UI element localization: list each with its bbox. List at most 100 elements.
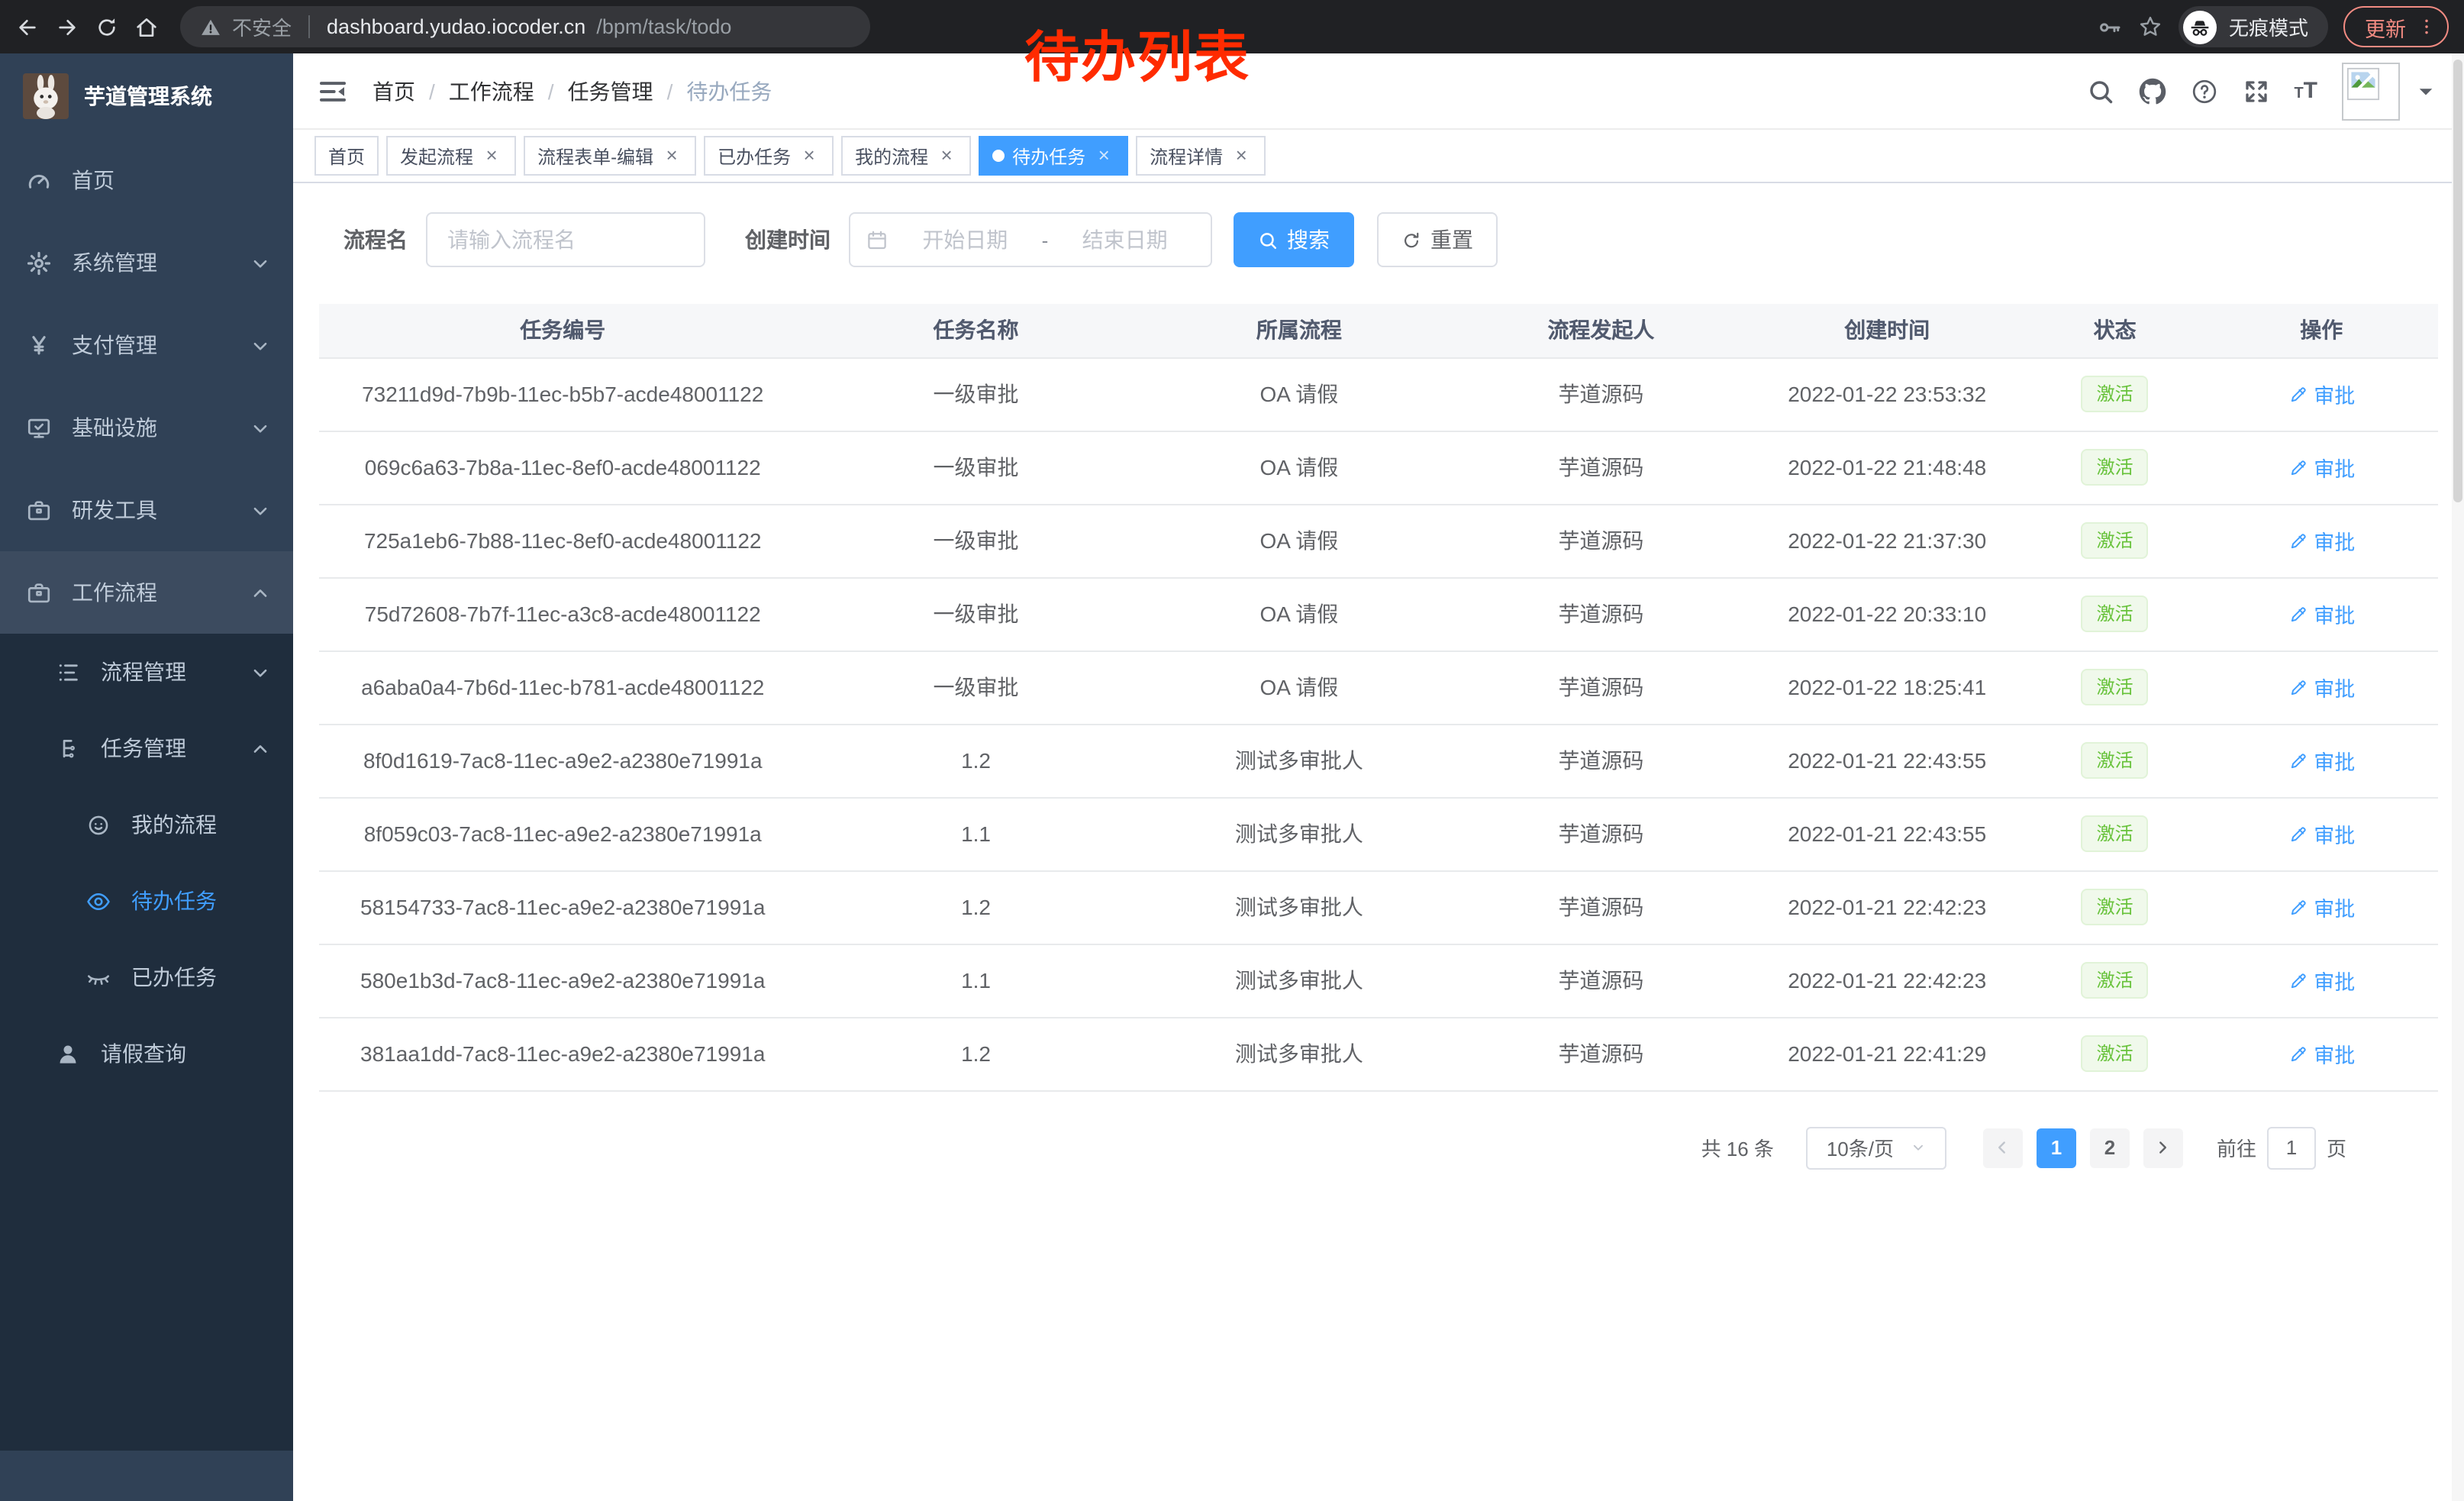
- sidebar-item-my-process[interactable]: 我的流程: [0, 786, 293, 863]
- tab-form-edit[interactable]: 流程表单-编辑×: [524, 136, 696, 176]
- chevron-down-icon: [247, 250, 273, 276]
- github-icon[interactable]: [2138, 77, 2166, 105]
- approve-link[interactable]: 审批: [2288, 599, 2355, 629]
- tab-close-icon[interactable]: ×: [798, 145, 820, 166]
- edit-pen-icon: [2288, 824, 2308, 844]
- column-header: 任务编号: [319, 304, 806, 357]
- approve-link[interactable]: 审批: [2288, 452, 2355, 483]
- tab-close-icon[interactable]: ×: [1230, 145, 1252, 166]
- tab-close-icon[interactable]: ×: [661, 145, 682, 166]
- table-row: a6aba0a4-7b6d-11ec-b781-acde48001122一级审批…: [319, 650, 2438, 724]
- breadcrumb-home[interactable]: 首页: [373, 76, 415, 106]
- kebab-menu-icon[interactable]: [2417, 17, 2437, 37]
- reload-icon[interactable]: [95, 15, 119, 39]
- table-row: 580e1b3d-7ac8-11ec-a9e2-a2380e71991a1.1测…: [319, 944, 2438, 1017]
- password-key-icon[interactable]: [2098, 15, 2122, 39]
- approve-link[interactable]: 审批: [2288, 379, 2355, 409]
- sidebar-collapse-icon[interactable]: [318, 76, 348, 106]
- sidebar-item-process-mgmt[interactable]: 流程管理: [0, 634, 293, 710]
- column-header: 创建时间: [1750, 304, 2025, 357]
- cell-name: 一级审批: [806, 431, 1145, 504]
- tabs-bar: 首页发起流程×流程表单-编辑×已办任务×我的流程×待办任务×流程详情×: [293, 130, 2464, 183]
- end-date-placeholder: 结束日期: [1054, 224, 1195, 255]
- avatar[interactable]: [2342, 62, 2400, 120]
- bookmark-star-icon[interactable]: [2137, 14, 2163, 40]
- approve-link-label: 审批: [2314, 818, 2355, 849]
- table-row: 58154733-7ac8-11ec-a9e2-a2380e71991a1.2测…: [319, 870, 2438, 944]
- user-icon: [55, 1041, 81, 1067]
- sidebar-item-home[interactable]: 首页: [0, 139, 293, 221]
- approve-link[interactable]: 审批: [2288, 525, 2355, 556]
- status-badge: 激活: [2082, 815, 2149, 852]
- approve-link[interactable]: 审批: [2288, 965, 2355, 996]
- fullscreen-icon[interactable]: [2242, 77, 2269, 105]
- approve-link[interactable]: 审批: [2288, 745, 2355, 776]
- tab-close-icon[interactable]: ×: [481, 145, 502, 166]
- forward-icon[interactable]: [55, 15, 79, 39]
- sidebar-item-workflow[interactable]: 工作流程: [0, 551, 293, 634]
- sidebar-item-infrastructure[interactable]: 基础设施: [0, 386, 293, 469]
- tab-start-process[interactable]: 发起流程×: [386, 136, 516, 176]
- broken-image-icon: [2346, 66, 2380, 100]
- cell-action: 审批: [2205, 577, 2438, 650]
- screen: 不安全 dashboard.yudao.iocoder.cn/bpm/task/…: [0, 0, 2464, 1501]
- help-icon[interactable]: [2190, 77, 2217, 105]
- tab-my-process[interactable]: 我的流程×: [841, 136, 971, 176]
- next-page-button[interactable]: [2143, 1128, 2183, 1167]
- tab-process-detail[interactable]: 流程详情×: [1136, 136, 1266, 176]
- sidebar-item-label: 首页: [72, 165, 114, 195]
- sidebar-item-task-mgmt[interactable]: 任务管理: [0, 710, 293, 786]
- cell-starter: 芋道源码: [1453, 577, 1750, 650]
- sidebar-item-label: 研发工具: [72, 495, 157, 525]
- chevron-down-icon: [247, 497, 273, 523]
- filter-form: 流程名 创建时间 开始日期 - 结束日期 搜索 重: [343, 212, 2438, 267]
- page-size-select[interactable]: 10条/页: [1806, 1126, 1946, 1169]
- cell-starter: 芋道源码: [1453, 504, 1750, 577]
- text-size-icon[interactable]: TT: [2294, 79, 2317, 102]
- home-icon[interactable]: [134, 15, 159, 39]
- tab-label: 已办任务: [718, 143, 791, 169]
- approve-link[interactable]: 审批: [2288, 672, 2355, 702]
- approve-link[interactable]: 审批: [2288, 818, 2355, 849]
- cell-status: 激活: [2025, 724, 2205, 797]
- page-button-1[interactable]: 1: [2037, 1128, 2076, 1167]
- approve-link[interactable]: 审批: [2288, 892, 2355, 922]
- page-content: 流程名 创建时间 开始日期 - 结束日期 搜索 重: [293, 183, 2464, 1501]
- prev-page-button[interactable]: [1983, 1128, 2023, 1167]
- sidebar-item-payment[interactable]: 支付管理: [0, 304, 293, 386]
- sidebar-item-leave-query[interactable]: 请假查询: [0, 1015, 293, 1092]
- cell-id: 75d72608-7b7f-11ec-a3c8-acde48001122: [319, 577, 806, 650]
- sidebar-item-dev-tools[interactable]: 研发工具: [0, 469, 293, 551]
- browser-update-button[interactable]: 更新: [2343, 6, 2449, 47]
- tab-todo-task[interactable]: 待办任务×: [979, 136, 1128, 176]
- tab-home[interactable]: 首页: [314, 136, 379, 176]
- arrow-right-icon: [2153, 1138, 2173, 1157]
- sidebar-item-label: 任务管理: [101, 733, 186, 763]
- scrollbar-thumb[interactable]: [2453, 60, 2462, 502]
- dashboard-icon: [26, 167, 52, 193]
- process-name-input[interactable]: [426, 212, 705, 267]
- avatar-caret-down-icon[interactable]: [2412, 77, 2440, 105]
- tab-close-icon[interactable]: ×: [936, 145, 957, 166]
- goto-page-input[interactable]: [2267, 1126, 2316, 1169]
- sidebar-item-done-task[interactable]: 已办任务: [0, 939, 293, 1015]
- address-bar[interactable]: 不安全 dashboard.yudao.iocoder.cn/bpm/task/…: [180, 6, 870, 47]
- tab-close-icon[interactable]: ×: [1093, 145, 1114, 166]
- search-icon[interactable]: [2086, 77, 2114, 105]
- table-row: 8f059c03-7ac8-11ec-a9e2-a2380e71991a1.1测…: [319, 797, 2438, 870]
- page-button-2[interactable]: 2: [2090, 1128, 2130, 1167]
- app-logo-rabbit: [23, 73, 69, 119]
- search-button[interactable]: 搜索: [1234, 212, 1354, 267]
- tab-done-task[interactable]: 已办任务 ×: [704, 136, 834, 176]
- reset-button-label: 重置: [1430, 224, 1473, 255]
- approve-link[interactable]: 审批: [2288, 1038, 2355, 1069]
- sidebar-item-todo-task[interactable]: 待办任务: [0, 863, 293, 939]
- date-range-picker[interactable]: 开始日期 - 结束日期: [849, 212, 1212, 267]
- cell-process: 测试多审批人: [1146, 944, 1453, 1017]
- reset-button[interactable]: 重置: [1377, 212, 1498, 267]
- not-secure-warning-icon[interactable]: [200, 16, 221, 37]
- sidebar-logo[interactable]: 芋道管理系统: [0, 53, 293, 139]
- back-icon[interactable]: [15, 15, 40, 39]
- cell-id: 58154733-7ac8-11ec-a9e2-a2380e71991a: [319, 870, 806, 944]
- sidebar-item-system[interactable]: 系统管理: [0, 221, 293, 304]
